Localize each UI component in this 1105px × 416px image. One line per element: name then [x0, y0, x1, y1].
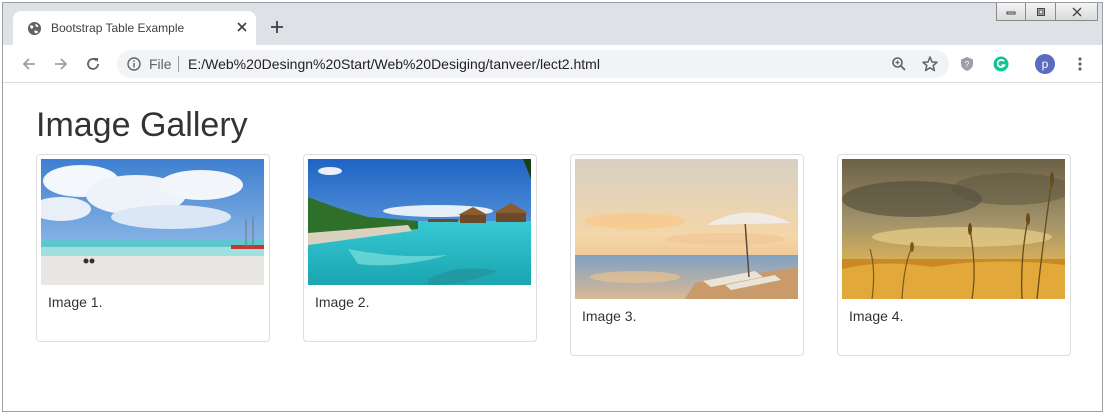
restore-button[interactable]	[1026, 3, 1056, 21]
window-close-button[interactable]	[1056, 3, 1098, 21]
info-icon[interactable]	[127, 57, 141, 71]
gallery-image[interactable]	[842, 159, 1065, 299]
profile-avatar[interactable]: p	[1035, 54, 1055, 74]
page-title: Image Gallery	[36, 106, 248, 144]
forward-arrow-icon[interactable]	[51, 54, 71, 74]
url-text[interactable]: E:/Web%20Desingn%20Start/Web%20Desiging/…	[188, 56, 600, 72]
tab-strip: Bootstrap Table Example	[3, 3, 1102, 45]
svg-text:?: ?	[965, 60, 970, 69]
close-icon[interactable]	[233, 18, 251, 36]
browser-tab[interactable]: Bootstrap Table Example	[13, 11, 256, 45]
scheme-label: File	[149, 56, 172, 72]
gallery-card[interactable]: Image 4.	[837, 154, 1071, 356]
reload-icon[interactable]	[83, 54, 103, 74]
gallery-image[interactable]	[575, 159, 798, 299]
gallery-card[interactable]: Image 1.	[36, 154, 270, 342]
address-bar[interactable]: File E:/Web%20Desingn%20Start/Web%20Desi…	[117, 50, 949, 78]
minimize-button[interactable]	[996, 3, 1026, 21]
globe-icon	[27, 21, 42, 36]
gallery-card[interactable]: Image 2.	[303, 154, 537, 342]
plus-icon[interactable]	[267, 17, 287, 37]
grammarly-icon[interactable]	[993, 56, 1009, 72]
browser-toolbar: File E:/Web%20Desingn%20Start/Web%20Desi…	[3, 45, 1102, 83]
gallery-caption: Image 1.	[48, 294, 103, 310]
gallery-card[interactable]: Image 3.	[570, 154, 804, 356]
zoom-icon[interactable]	[891, 56, 907, 72]
gallery-image[interactable]	[308, 159, 531, 285]
tab-title: Bootstrap Table Example	[51, 21, 185, 35]
gallery-caption: Image 4.	[849, 308, 904, 324]
shield-extension-icon[interactable]: ?	[959, 56, 975, 72]
back-arrow-icon[interactable]	[19, 54, 39, 74]
browser-window: Bootstrap Table Example File E:/Web%20De…	[2, 2, 1103, 412]
gallery-caption: Image 3.	[582, 308, 637, 324]
page-content: Image Gallery Image 1. Image 2. Image 3.…	[3, 84, 1102, 411]
menu-dots-icon[interactable]	[1072, 56, 1088, 72]
gallery-caption: Image 2.	[315, 294, 370, 310]
star-icon[interactable]	[921, 55, 939, 73]
gallery-image[interactable]	[41, 159, 264, 285]
omnibox-separator	[178, 56, 179, 72]
window-controls	[996, 3, 1098, 21]
